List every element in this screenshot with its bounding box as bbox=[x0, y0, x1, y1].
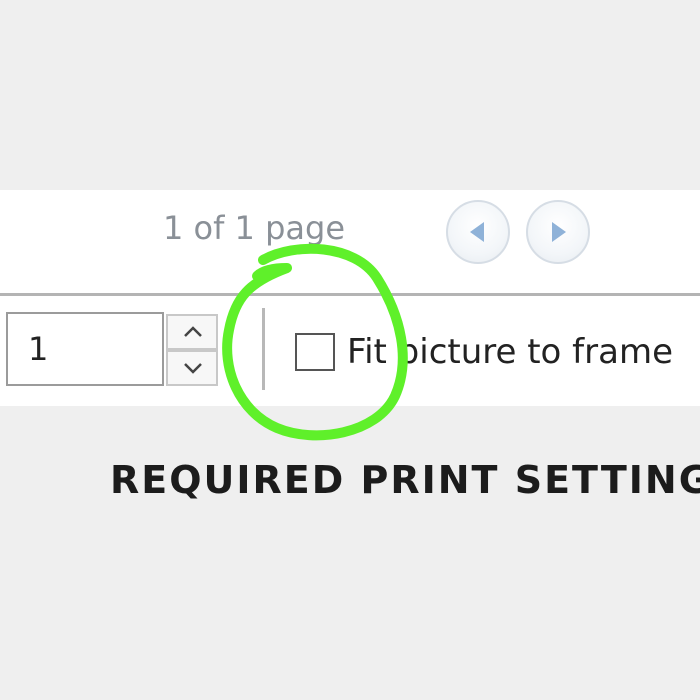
vertical-separator bbox=[262, 308, 265, 390]
copies-decrement-button[interactable] bbox=[166, 350, 218, 386]
chevron-up-icon bbox=[184, 326, 202, 337]
fit-picture-label[interactable]: Fit picture to frame bbox=[347, 330, 673, 374]
fit-picture-checkbox[interactable] bbox=[295, 333, 335, 371]
previous-page-button[interactable] bbox=[446, 200, 510, 264]
triangle-right-icon bbox=[552, 222, 566, 242]
chevron-down-icon bbox=[184, 363, 202, 374]
copies-increment-button[interactable] bbox=[166, 314, 218, 350]
copies-input[interactable]: 1 bbox=[6, 312, 164, 386]
required-setting-caption: REQUIRED PRINT SETTING bbox=[110, 458, 700, 502]
next-page-button[interactable] bbox=[526, 200, 590, 264]
triangle-left-icon bbox=[470, 222, 484, 242]
page-count-label: 1 of 1 page bbox=[163, 209, 345, 247]
section-divider bbox=[0, 293, 700, 296]
